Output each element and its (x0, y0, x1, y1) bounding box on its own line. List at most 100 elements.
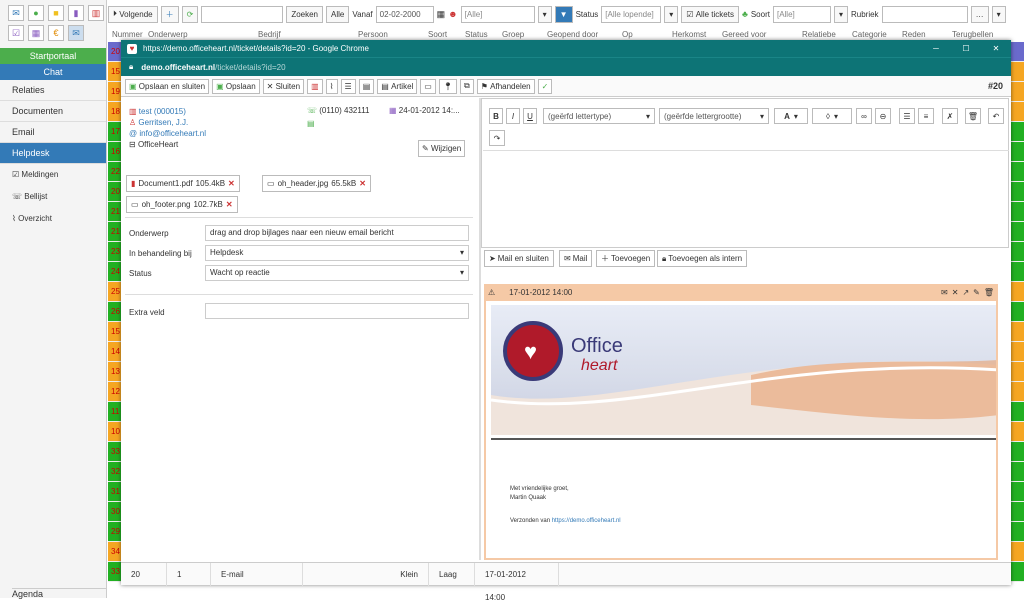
building-icon[interactable]: ▥ (88, 5, 104, 21)
minimize-icon[interactable]: ─ (921, 44, 951, 53)
sidebar-item-agenda[interactable]: Agenda (12, 588, 107, 599)
sent-from-link[interactable]: https://demo.officeheart.nl (552, 518, 621, 524)
bullet-list-icon[interactable]: ☰ (899, 108, 915, 124)
attach-button[interactable]: ⌇ (325, 78, 338, 94)
calendar-icon[interactable]: ▦ (28, 25, 44, 41)
note-button[interactable]: ▭ (420, 78, 436, 94)
chat-button[interactable]: Chat (0, 64, 106, 80)
all-tickets-toggle[interactable]: ☑ Alle tickets (681, 5, 739, 23)
status-filter-button[interactable]: ▼ (554, 5, 573, 23)
sidebar-subitem-overzicht[interactable]: ⌇ Overzicht (0, 208, 106, 230)
chat-icon[interactable]: ● (28, 5, 44, 21)
edit-button[interactable]: ✎ Wijzigen (418, 140, 466, 157)
from-date-input[interactable]: 02-02-2000 (375, 5, 434, 23)
calendar-icon[interactable]: ▦ (437, 9, 446, 20)
close-icon[interactable]: ✕ (981, 44, 1011, 53)
numbered-list-icon[interactable]: ≡ (918, 108, 934, 124)
envelope-icon[interactable]: ✉ (68, 25, 84, 41)
sidebar-item-relaties[interactable]: Relaties (0, 80, 106, 101)
remove-attachment-icon[interactable]: ✕ (359, 179, 366, 188)
add-button[interactable]: ＋ Toevoegen (596, 250, 656, 267)
checklist-icon[interactable]: ☑ (8, 25, 24, 41)
clear-format-icon[interactable]: ✗ (942, 108, 958, 124)
save-close-button[interactable]: ▣ Opslaan en sluiten (125, 78, 210, 94)
unlink-icon[interactable]: ⊖ (875, 108, 891, 124)
font-family-select[interactable]: (geërfd lettertype) ▾ (543, 108, 655, 124)
email-row[interactable]: @ info@officeheart.nl (129, 128, 206, 139)
category-more-button[interactable]: … (970, 5, 989, 23)
sidebar-subitem-bellijst[interactable]: ☏ Bellijst (0, 186, 106, 208)
handled-by-select[interactable]: Helpdesk ▾ (205, 245, 469, 261)
remove-attachment-icon[interactable]: ✕ (228, 179, 235, 188)
status-dropdown-button[interactable]: ▾ (664, 5, 679, 23)
all-button[interactable]: Alle (326, 5, 350, 23)
editor-body[interactable] (483, 150, 1009, 151)
pin-button[interactable]: 📍︎ (438, 78, 458, 94)
address-bar[interactable]: 🔒︎ demo.officeheart.nl /ticket/details?i… (121, 57, 1011, 76)
remove-attachment-icon[interactable]: ✕ (226, 200, 233, 209)
envelope-icon[interactable]: ✉ (941, 288, 948, 297)
checkbox-icon: ☑ (12, 170, 22, 179)
sort-dropdown-button[interactable]: ▾ (833, 5, 848, 23)
external-link-icon[interactable]: ↗ (962, 288, 969, 297)
list-button[interactable]: ☰ (340, 78, 356, 94)
euro-icon[interactable]: € (48, 25, 64, 41)
mail-button[interactable]: ✉ Mail (559, 250, 593, 267)
pencil-icon[interactable]: ✎ (973, 288, 980, 297)
undo-icon[interactable]: ↶ (988, 108, 1004, 124)
link-icon[interactable]: ∞ (856, 108, 872, 124)
company-button[interactable]: ▥ (307, 78, 323, 94)
relation-row[interactable]: ▥ test (000015) (129, 106, 206, 117)
clipboard-button[interactable]: ▤ (358, 78, 375, 94)
message-header[interactable]: ⚠︎ 17-01-2012 14:00 ✉ ✕ ↗ ✎ 🗑︎ (484, 284, 998, 301)
next-button[interactable]: ⏵ Volgende (108, 5, 158, 23)
refresh-button[interactable]: ⟳ (181, 5, 199, 23)
add-internal-button[interactable]: 🔒︎ Toevoegen als intern (657, 250, 748, 267)
category-select[interactable] (881, 5, 968, 23)
filter-dropdown-button[interactable]: ▾ (537, 5, 552, 23)
category-dropdown-button[interactable]: ▾ (991, 5, 1006, 23)
extra-field-input[interactable] (205, 303, 469, 319)
bold-button[interactable]: B (489, 108, 503, 124)
maximize-icon[interactable]: ☐ (951, 44, 981, 53)
filter-select[interactable]: [Alle] (460, 5, 535, 23)
status-select[interactable]: Wacht op reactie ▾ (205, 265, 469, 281)
trash-icon[interactable]: 🗑︎ (984, 288, 994, 297)
italic-button[interactable]: I (506, 108, 520, 124)
sidebar-item-documenten[interactable]: Documenten (0, 101, 106, 122)
underline-button[interactable]: U (523, 108, 537, 124)
phone-row[interactable]: ☏ (0110) 432111 (307, 106, 370, 115)
trash-icon[interactable]: 🗑︎ (965, 108, 981, 124)
mail-icon[interactable]: ✉ (8, 5, 24, 21)
status-select[interactable]: [Alle lopende] (601, 5, 662, 23)
font-size-select[interactable]: (geërfde lettergrootte) ▾ (659, 108, 769, 124)
attachment-item[interactable]: ▭ oh_footer.png 102.7kB ✕ (126, 196, 238, 213)
startportaal-button[interactable]: Startportaal (0, 48, 106, 64)
sidebar-item-email[interactable]: Email (0, 122, 106, 143)
mail-close-button[interactable]: ➤ Mail en sluiten (484, 250, 554, 267)
search-button[interactable]: Zoeken (286, 5, 323, 23)
article-button[interactable]: ▤ Artikel (377, 78, 418, 94)
search-input[interactable] (201, 5, 284, 23)
subject-input[interactable]: drag and drop bijlages naar een nieuw em… (205, 225, 469, 241)
sort-select[interactable]: [Alle] (772, 5, 831, 23)
text-color-button[interactable]: A ▾ (774, 108, 808, 124)
card-icon[interactable]: ▤ (307, 119, 315, 128)
sidebar-subitem-meldingen[interactable]: ☑ Meldingen (0, 164, 106, 186)
cancel-icon[interactable]: ✕ (952, 288, 959, 297)
attachment-item[interactable]: ▭ oh_header.jpg 65.5kB ✕ (262, 175, 371, 192)
note-icon[interactable]: ■ (48, 5, 64, 21)
contact-card-icon[interactable]: ▮ (68, 5, 84, 21)
highlight-button[interactable]: ◊ ▾ (812, 108, 852, 124)
people-icon[interactable]: ☻ (448, 9, 457, 19)
handle-button[interactable]: ⚑ Afhandelen (476, 78, 535, 94)
redo-icon[interactable]: ↷ (489, 130, 505, 146)
attachment-item[interactable]: ▮ Document1.pdf 105.4kB ✕ (126, 175, 240, 192)
save-button[interactable]: ▣ Opslaan (212, 78, 260, 94)
person-row[interactable]: ♙ Gerritsen, J.J. (129, 117, 206, 128)
close-button[interactable]: ✕ Sluiten (262, 78, 305, 94)
sidebar-item-helpdesk[interactable]: Helpdesk (0, 143, 106, 164)
confirm-button[interactable]: ✓ (537, 78, 553, 94)
copy-button[interactable]: ⧉ (460, 78, 474, 94)
add-button[interactable]: ＋ (160, 5, 179, 23)
